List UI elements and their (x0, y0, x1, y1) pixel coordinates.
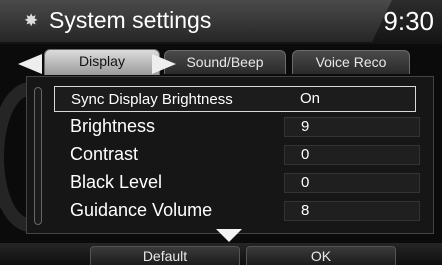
setting-value: On (300, 90, 321, 107)
setting-label: Sync Display Brightness (71, 91, 233, 108)
gear-icon: ✸ (24, 11, 39, 30)
setting-value: 8 (284, 201, 420, 221)
tab-voice-reco[interactable]: Voice Reco (292, 50, 410, 74)
page-title: System settings (49, 7, 212, 33)
setting-label: Black Level (70, 172, 163, 192)
setting-label: Guidance Volume (70, 200, 213, 220)
tab-bar: Display Sound/Beep Voice Reco (0, 46, 442, 76)
tab-display[interactable]: Display (44, 49, 160, 75)
setting-sync-display-brightness[interactable]: Sync Display Brightness On (54, 86, 416, 112)
clock: 9:30 (383, 6, 434, 36)
tab-label: Display (79, 53, 125, 69)
default-button[interactable]: Default (90, 246, 240, 265)
setting-value: 9 (284, 117, 420, 137)
setting-brightness[interactable]: Brightness 9 (54, 114, 420, 140)
arrow-left-icon[interactable] (18, 54, 42, 74)
tab-label: Sound/Beep (186, 54, 264, 70)
setting-value: 0 (284, 173, 420, 193)
title-bar: ✸ System settings 9:30 (0, 0, 442, 44)
ok-button[interactable]: OK (246, 246, 396, 265)
setting-contrast[interactable]: Contrast 0 (54, 142, 420, 168)
tab-sound-beep[interactable]: Sound/Beep (164, 50, 286, 74)
arrow-down-icon[interactable] (216, 229, 242, 242)
setting-label: Contrast (70, 144, 139, 164)
tab-label: Voice Reco (315, 54, 387, 70)
scrollbar[interactable] (34, 87, 42, 225)
setting-black-level[interactable]: Black Level 0 (54, 170, 420, 196)
arrow-right-icon[interactable] (152, 54, 176, 74)
setting-label: Brightness (70, 116, 156, 136)
setting-guidance-volume[interactable]: Guidance Volume 8 (54, 198, 420, 224)
setting-value: 0 (284, 145, 420, 165)
